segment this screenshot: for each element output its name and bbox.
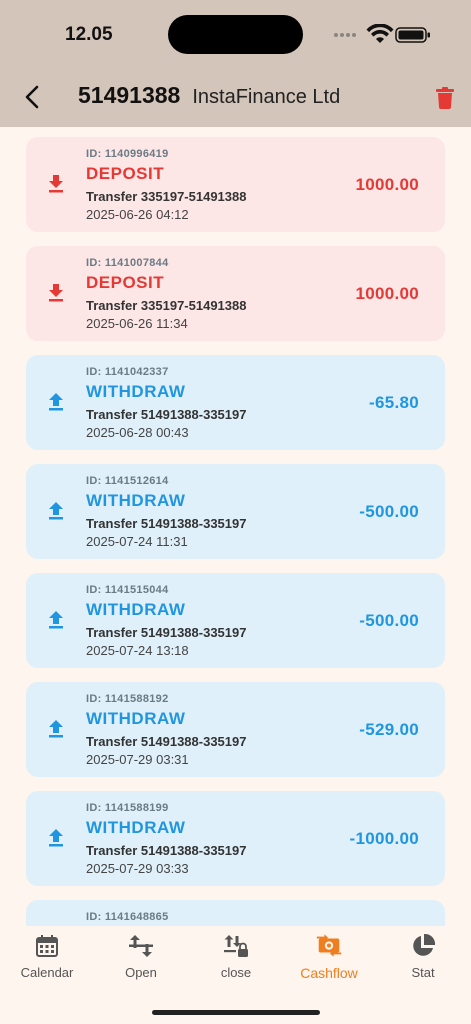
dynamic-island <box>168 15 303 54</box>
transaction-id: ID: 1140996419 <box>86 148 169 160</box>
transaction-description: Transfer 335197-51491388 <box>86 298 247 313</box>
nav-tab-label: Stat <box>411 965 435 980</box>
transaction-description: Transfer 51491388-335197 <box>86 625 247 640</box>
transaction-card[interactable]: ID: 1141515044 WITHDRAW Transfer 51491388-… <box>26 573 445 668</box>
download-icon <box>46 173 66 195</box>
transaction-amount: -500.00 <box>359 611 419 630</box>
transaction-description: Transfer 51491388-335197 <box>86 843 247 858</box>
app-header: 12.05 51491388 InstaFinance Ltd <box>0 0 471 127</box>
transaction-card[interactable]: ID: 1141042337 WITHDRAW Transfer 51491388-… <box>26 355 445 450</box>
upload-icon <box>46 391 66 413</box>
transaction-description: Transfer 51491388-335197 <box>86 516 247 531</box>
swap-lock-icon <box>222 932 250 960</box>
transaction-date: 2025-06-26 11:34 <box>86 316 188 331</box>
transaction-id: ID: 1141588199 <box>86 802 169 814</box>
transaction-card[interactable]: ID: 1141588192 WITHDRAW Transfer 51491388-… <box>26 682 445 777</box>
transaction-date: 2025-07-29 03:33 <box>86 861 189 876</box>
transaction-amount: 1000.00 <box>355 284 419 303</box>
upload-icon <box>46 827 66 849</box>
transaction-card[interactable]: ID: 1141648865 <box>26 900 445 926</box>
back-button[interactable] <box>18 82 46 112</box>
nav-tab-label: Open <box>125 965 157 980</box>
transaction-date: 2025-07-29 03:31 <box>86 752 189 767</box>
transaction-amount: -500.00 <box>359 502 419 521</box>
battery-icon <box>395 27 430 43</box>
transaction-id: ID: 1141512614 <box>86 475 169 487</box>
download-icon <box>46 282 66 304</box>
transaction-type: WITHDRAW <box>86 709 186 728</box>
transaction-card[interactable]: ID: 1141588199 WITHDRAW Transfer 51491388-… <box>26 791 445 886</box>
wifi-icon <box>366 23 394 43</box>
cash-exchange-icon <box>315 932 343 960</box>
transaction-type: DEPOSIT <box>86 273 165 292</box>
signal-dots-icon <box>334 33 356 37</box>
nav-tab-label: Cashflow <box>300 965 358 981</box>
transaction-date: 2025-07-24 11:31 <box>86 534 188 549</box>
account-number: 51491388 <box>78 82 181 108</box>
status-time: 12.05 <box>65 24 113 45</box>
status-icons <box>332 23 432 46</box>
transaction-type: DEPOSIT <box>86 164 165 183</box>
transaction-type: WITHDRAW <box>86 382 186 401</box>
transaction-date: 2025-06-28 00:43 <box>86 425 189 440</box>
transaction-id: ID: 1141648865 <box>86 911 169 923</box>
transaction-amount: 1000.00 <box>355 175 419 194</box>
upload-icon <box>46 609 66 631</box>
nav-tab-calendar[interactable]: Calendar <box>0 932 94 986</box>
nav-tab-stat[interactable]: Stat <box>376 932 470 986</box>
transaction-card[interactable]: ID: 1140996419 DEPOSIT Transfer 335197-514… <box>26 137 445 232</box>
transaction-id: ID: 1141515044 <box>86 584 169 596</box>
transaction-list[interactable]: ID: 1140996419 DEPOSIT Transfer 335197-514… <box>0 127 471 926</box>
nav-tab-open[interactable]: Open <box>94 932 188 986</box>
page-title: 51491388 InstaFinance Ltd <box>78 82 340 112</box>
upload-icon <box>46 718 66 740</box>
transaction-card[interactable]: ID: 1141512614 WITHDRAW Transfer 51491388-… <box>26 464 445 559</box>
transaction-card[interactable]: ID: 1141007844 DEPOSIT Transfer 335197-514… <box>26 246 445 341</box>
transaction-id: ID: 1141007844 <box>86 257 169 269</box>
transaction-amount: -65.80 <box>368 393 419 412</box>
nav-tab-label: close <box>220 965 252 980</box>
nav-tab-cashflow[interactable]: Cashflow <box>282 932 376 986</box>
calendar-icon <box>33 932 61 960</box>
broker-name: InstaFinance Ltd <box>192 86 341 108</box>
home-indicator <box>152 1010 320 1015</box>
transaction-type: WITHDRAW <box>86 818 186 837</box>
transaction-id: ID: 1141042337 <box>86 366 169 378</box>
transaction-description: Transfer 51491388-335197 <box>86 734 247 749</box>
back-arrow-icon <box>25 85 39 109</box>
nav-tab-label: Calendar <box>20 965 74 980</box>
swap-vertical-icon <box>127 932 155 960</box>
transaction-amount: -529.00 <box>359 720 419 739</box>
transaction-amount: -1000.00 <box>349 829 419 848</box>
delete-button[interactable] <box>432 84 458 112</box>
transaction-date: 2025-07-24 13:18 <box>86 643 189 658</box>
trash-icon <box>436 87 454 109</box>
nav-tab-close[interactable]: close <box>189 932 283 986</box>
transaction-type: WITHDRAW <box>86 491 186 510</box>
transaction-date: 2025-06-26 04:12 <box>86 207 189 222</box>
transaction-description: Transfer 335197-51491388 <box>86 189 247 204</box>
transaction-description: Transfer 51491388-335197 <box>86 407 247 422</box>
transaction-id: ID: 1141588192 <box>86 693 169 705</box>
upload-icon <box>46 500 66 522</box>
pie-chart-icon <box>409 932 437 960</box>
transaction-type: WITHDRAW <box>86 600 186 619</box>
